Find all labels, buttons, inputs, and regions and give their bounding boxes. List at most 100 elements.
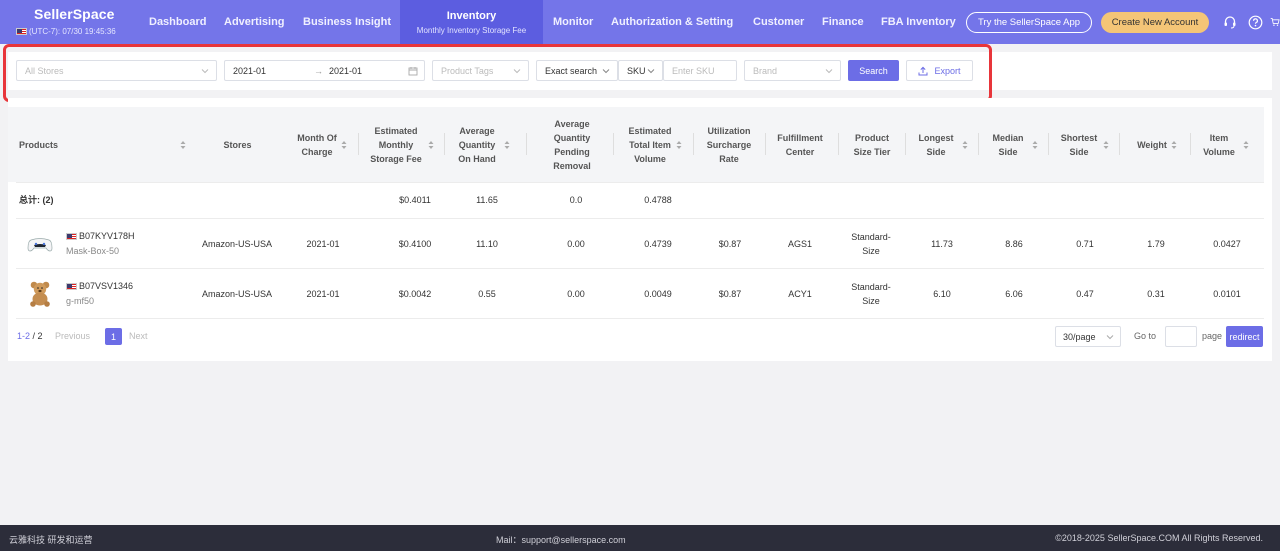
- col-header-shortest-side[interactable]: Shortest Side: [1058, 107, 1110, 182]
- redirect-button[interactable]: redirect: [1226, 326, 1263, 347]
- col-header-size-tier: Product Size Tier: [853, 132, 891, 157]
- col-header-products[interactable]: Products: [16, 107, 186, 182]
- timezone-clock: (UTC-7): 07/30 19:45:36: [16, 27, 141, 36]
- next-page-button[interactable]: Next: [129, 331, 148, 341]
- create-account-button[interactable]: Create New Account: [1101, 12, 1209, 33]
- column-divider: [1119, 133, 1120, 155]
- nav-finance[interactable]: Finance: [822, 0, 864, 44]
- sort-icon[interactable]: [504, 140, 510, 150]
- search-field-value: SKU: [627, 65, 646, 76]
- chevron-down-icon: [825, 69, 833, 74]
- cell-pending: 0.00: [567, 239, 585, 249]
- upload-icon: [918, 66, 928, 75]
- calendar-icon: [408, 67, 418, 76]
- page-label: page: [1202, 331, 1223, 341]
- chevron-down-icon: [602, 69, 610, 74]
- product-sku: Mask-Box-50: [66, 246, 120, 256]
- column-divider: [526, 133, 527, 155]
- sku-placeholder: Enter SKU: [672, 65, 715, 76]
- column-divider: [978, 133, 979, 155]
- top-navigation-bar: SellerSpace (UTC-7): 07/30 19:45:36 Dash…: [0, 0, 1280, 44]
- previous-page-button[interactable]: Previous: [55, 331, 90, 341]
- search-field-select[interactable]: SKU: [618, 60, 663, 81]
- cart-icon[interactable]: [1270, 14, 1280, 30]
- cell-size-tier-line2: Size: [862, 296, 880, 306]
- sort-icon[interactable]: [180, 140, 186, 150]
- page-number-button[interactable]: 1: [105, 328, 122, 345]
- col-header-total-volume[interactable]: Estimated Total Item Volume: [626, 107, 684, 182]
- nav-monitor[interactable]: Monitor: [553, 0, 593, 44]
- sort-icon[interactable]: [1243, 140, 1249, 150]
- sort-icon[interactable]: [428, 140, 434, 150]
- help-icon[interactable]: [1247, 14, 1263, 30]
- footer: 云雅科技 研发和运营 Mail：support@sellerspace.com …: [0, 525, 1280, 551]
- cell-surcharge: $0.87: [718, 239, 742, 249]
- column-divider: [444, 133, 445, 155]
- footer-copyright: ©2018-2025 SellerSpace.COM All Rights Re…: [1055, 533, 1263, 543]
- col-header-median-side[interactable]: Median Side: [986, 107, 1040, 182]
- sort-icon[interactable]: [676, 140, 682, 150]
- nav-business-insight[interactable]: Business Insight: [303, 0, 391, 44]
- cell-longest: 11.73: [931, 239, 953, 249]
- nav-inventory-sublabel: Monthly Inventory Storage Fee: [416, 25, 527, 35]
- cell-weight: 0.31: [1147, 289, 1165, 299]
- cell-weight: 1.79: [1147, 239, 1165, 249]
- export-button[interactable]: Export: [906, 60, 973, 81]
- nav-advertising[interactable]: Advertising: [224, 0, 285, 44]
- sort-icon[interactable]: [1103, 140, 1109, 150]
- footer-mail[interactable]: Mail：support@sellerspace.com: [496, 533, 626, 546]
- product-tags-placeholder: Product Tags: [441, 65, 494, 76]
- us-flag-icon: [66, 282, 77, 290]
- sku-input[interactable]: Enter SKU: [663, 60, 737, 81]
- sort-icon[interactable]: [962, 140, 968, 150]
- col-header-month[interactable]: Month Of Charge: [292, 107, 352, 182]
- headset-icon[interactable]: [1222, 14, 1238, 30]
- summary-label: 总计: (2): [19, 195, 54, 205]
- cell-center: ACY1: [788, 289, 812, 299]
- col-header-surcharge-rate: Utilization Surcharge Rate: [706, 125, 752, 164]
- sort-icon[interactable]: [1171, 140, 1177, 150]
- brand[interactable]: SellerSpace (UTC-7): 07/30 19:45:36: [16, 6, 141, 36]
- chevron-down-icon: [513, 69, 521, 74]
- goto-page-input[interactable]: [1165, 326, 1197, 347]
- summary-pending: 0.0: [569, 195, 583, 205]
- sort-icon[interactable]: [341, 140, 347, 150]
- brand-logo-text[interactable]: SellerSpace: [16, 6, 141, 22]
- col-header-fulfillment-center: Fulfillment Center: [777, 132, 823, 157]
- product-asin[interactable]: B07KYV178H: [66, 231, 135, 241]
- brand-select[interactable]: Brand: [744, 60, 841, 81]
- cell-store: Amazon-US-USA: [201, 289, 273, 299]
- sort-icon[interactable]: [1032, 140, 1038, 150]
- stores-select[interactable]: All Stores: [16, 60, 217, 81]
- search-mode-select[interactable]: Exact search: [536, 60, 618, 81]
- nav-fba-inventory[interactable]: FBA Inventory: [881, 0, 956, 44]
- try-app-button[interactable]: Try the SellerSpace App: [966, 12, 1092, 33]
- nav-authorization-setting[interactable]: Authorization & Setting: [611, 0, 733, 44]
- brand-placeholder: Brand: [753, 65, 778, 76]
- nav-dashboard[interactable]: Dashboard: [149, 0, 206, 44]
- cell-median: 8.86: [1005, 239, 1023, 249]
- cell-on-hand: 0.55: [478, 289, 496, 299]
- col-header-on-hand[interactable]: Average Quantity On Hand: [450, 107, 514, 182]
- summary-volume: 0.4788: [644, 195, 672, 205]
- cell-total-volume: 0.0049: [644, 289, 672, 299]
- product-tags-select[interactable]: Product Tags: [432, 60, 529, 81]
- cell-size-tier-line1: Standard-: [851, 232, 891, 242]
- nav-customer[interactable]: Customer: [753, 0, 804, 44]
- column-divider: [613, 133, 614, 155]
- col-header-weight[interactable]: Weight: [1130, 107, 1184, 182]
- nav-inventory[interactable]: Inventory Monthly Inventory Storage Fee: [400, 0, 543, 44]
- us-flag-icon: [16, 28, 27, 35]
- col-header-item-volume[interactable]: Item Volume: [1198, 107, 1250, 182]
- col-header-pending-removal: Average Quantity Pending Removal: [553, 118, 591, 171]
- cell-fee: $0.0042: [398, 289, 432, 299]
- cell-fee: $0.4100: [398, 239, 432, 249]
- date-range-picker[interactable]: 2021-01 → 2021-01: [224, 60, 425, 81]
- page-size-select[interactable]: 30/page: [1055, 326, 1121, 347]
- row-divider: [16, 318, 1264, 319]
- cell-median: 6.06: [1005, 289, 1023, 299]
- search-button[interactable]: Search: [848, 60, 899, 81]
- product-asin[interactable]: B07VSV1346: [66, 281, 133, 291]
- col-header-longest-side[interactable]: Longest Side: [912, 107, 970, 182]
- col-header-storage-fee[interactable]: Estimated Monthly Storage Fee: [366, 107, 436, 182]
